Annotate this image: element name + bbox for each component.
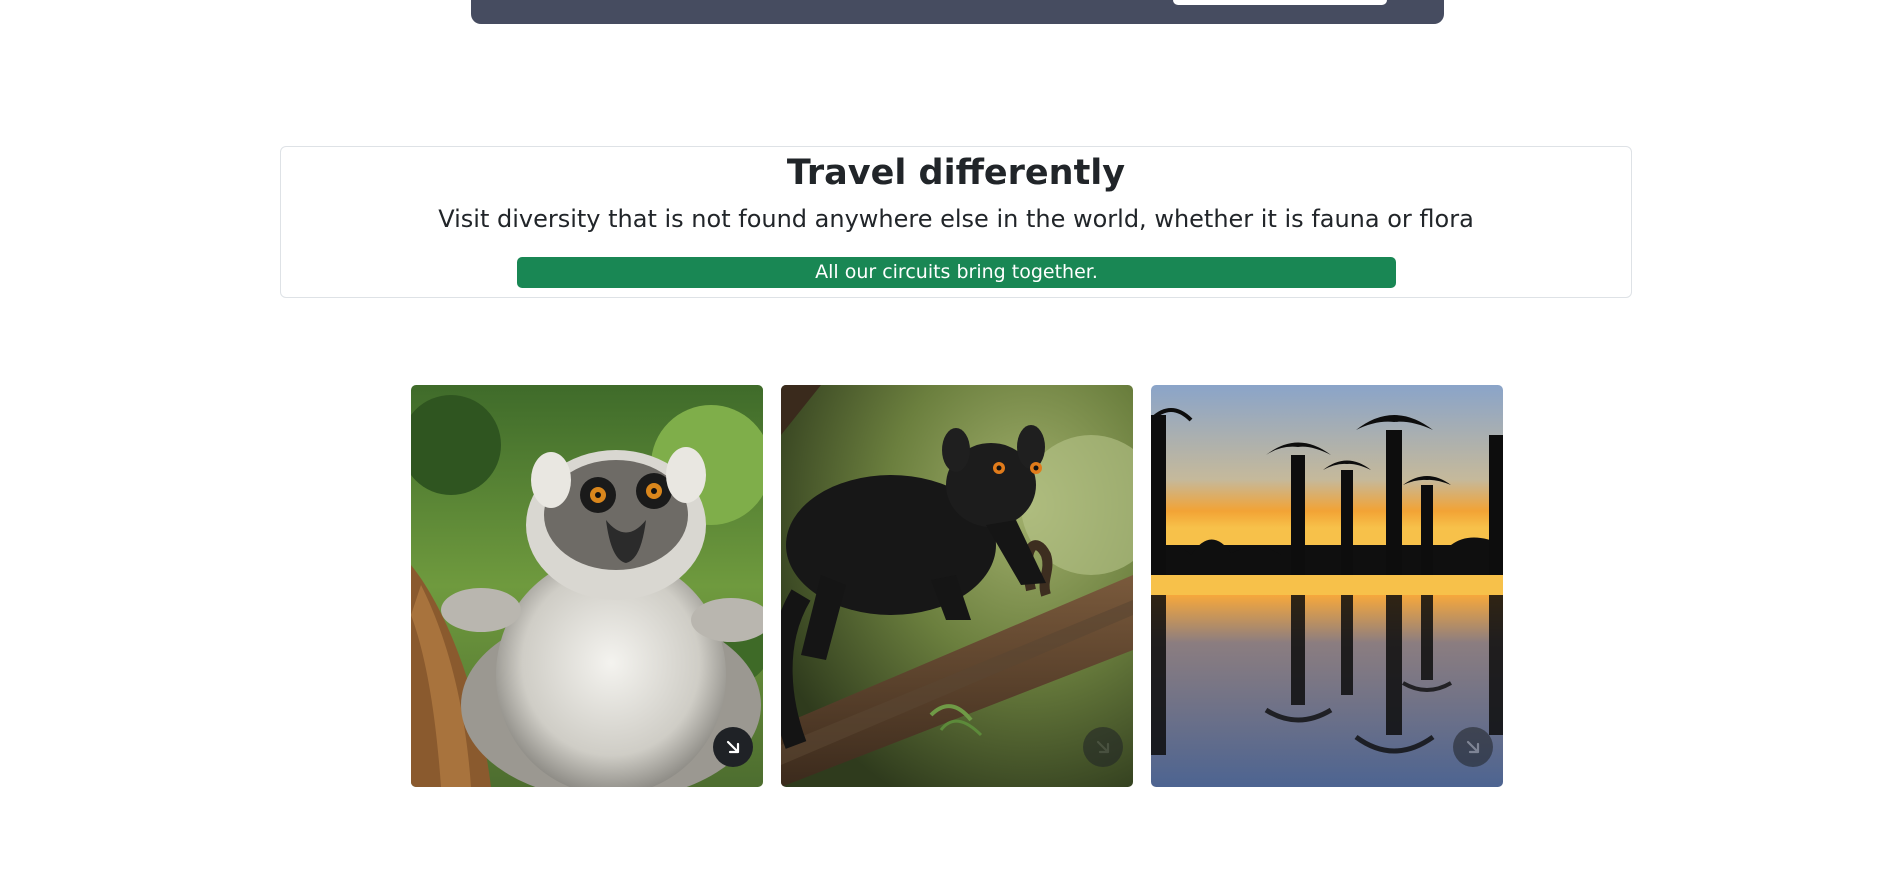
ring-tailed-lemur-image [411, 385, 763, 787]
hero-title: Travel differently [786, 153, 1126, 193]
arrow-down-right-icon [1096, 740, 1110, 754]
hero-card: Travel differently Visit diversity that … [280, 146, 1632, 298]
black-lemur-image [781, 385, 1133, 787]
photo-card-baobab-sunset[interactable] [1151, 385, 1503, 787]
top-navigation-bar [471, 0, 1444, 24]
arrow-down-right-icon [726, 740, 740, 754]
expand-button[interactable] [713, 727, 753, 767]
hero-banner: All our circuits bring together. [517, 257, 1396, 288]
expand-button[interactable] [1083, 727, 1123, 767]
photo-gallery [411, 385, 1503, 787]
hero-subtitle: Visit diversity that is not found anywhe… [438, 205, 1474, 233]
photo-card-black-lemur[interactable] [781, 385, 1133, 787]
baobab-sunset-image [1151, 385, 1503, 787]
top-bar-button[interactable] [1173, 0, 1387, 5]
photo-card-ring-tailed-lemur[interactable] [411, 385, 763, 787]
expand-button[interactable] [1453, 727, 1493, 767]
arrow-down-right-icon [1466, 740, 1480, 754]
